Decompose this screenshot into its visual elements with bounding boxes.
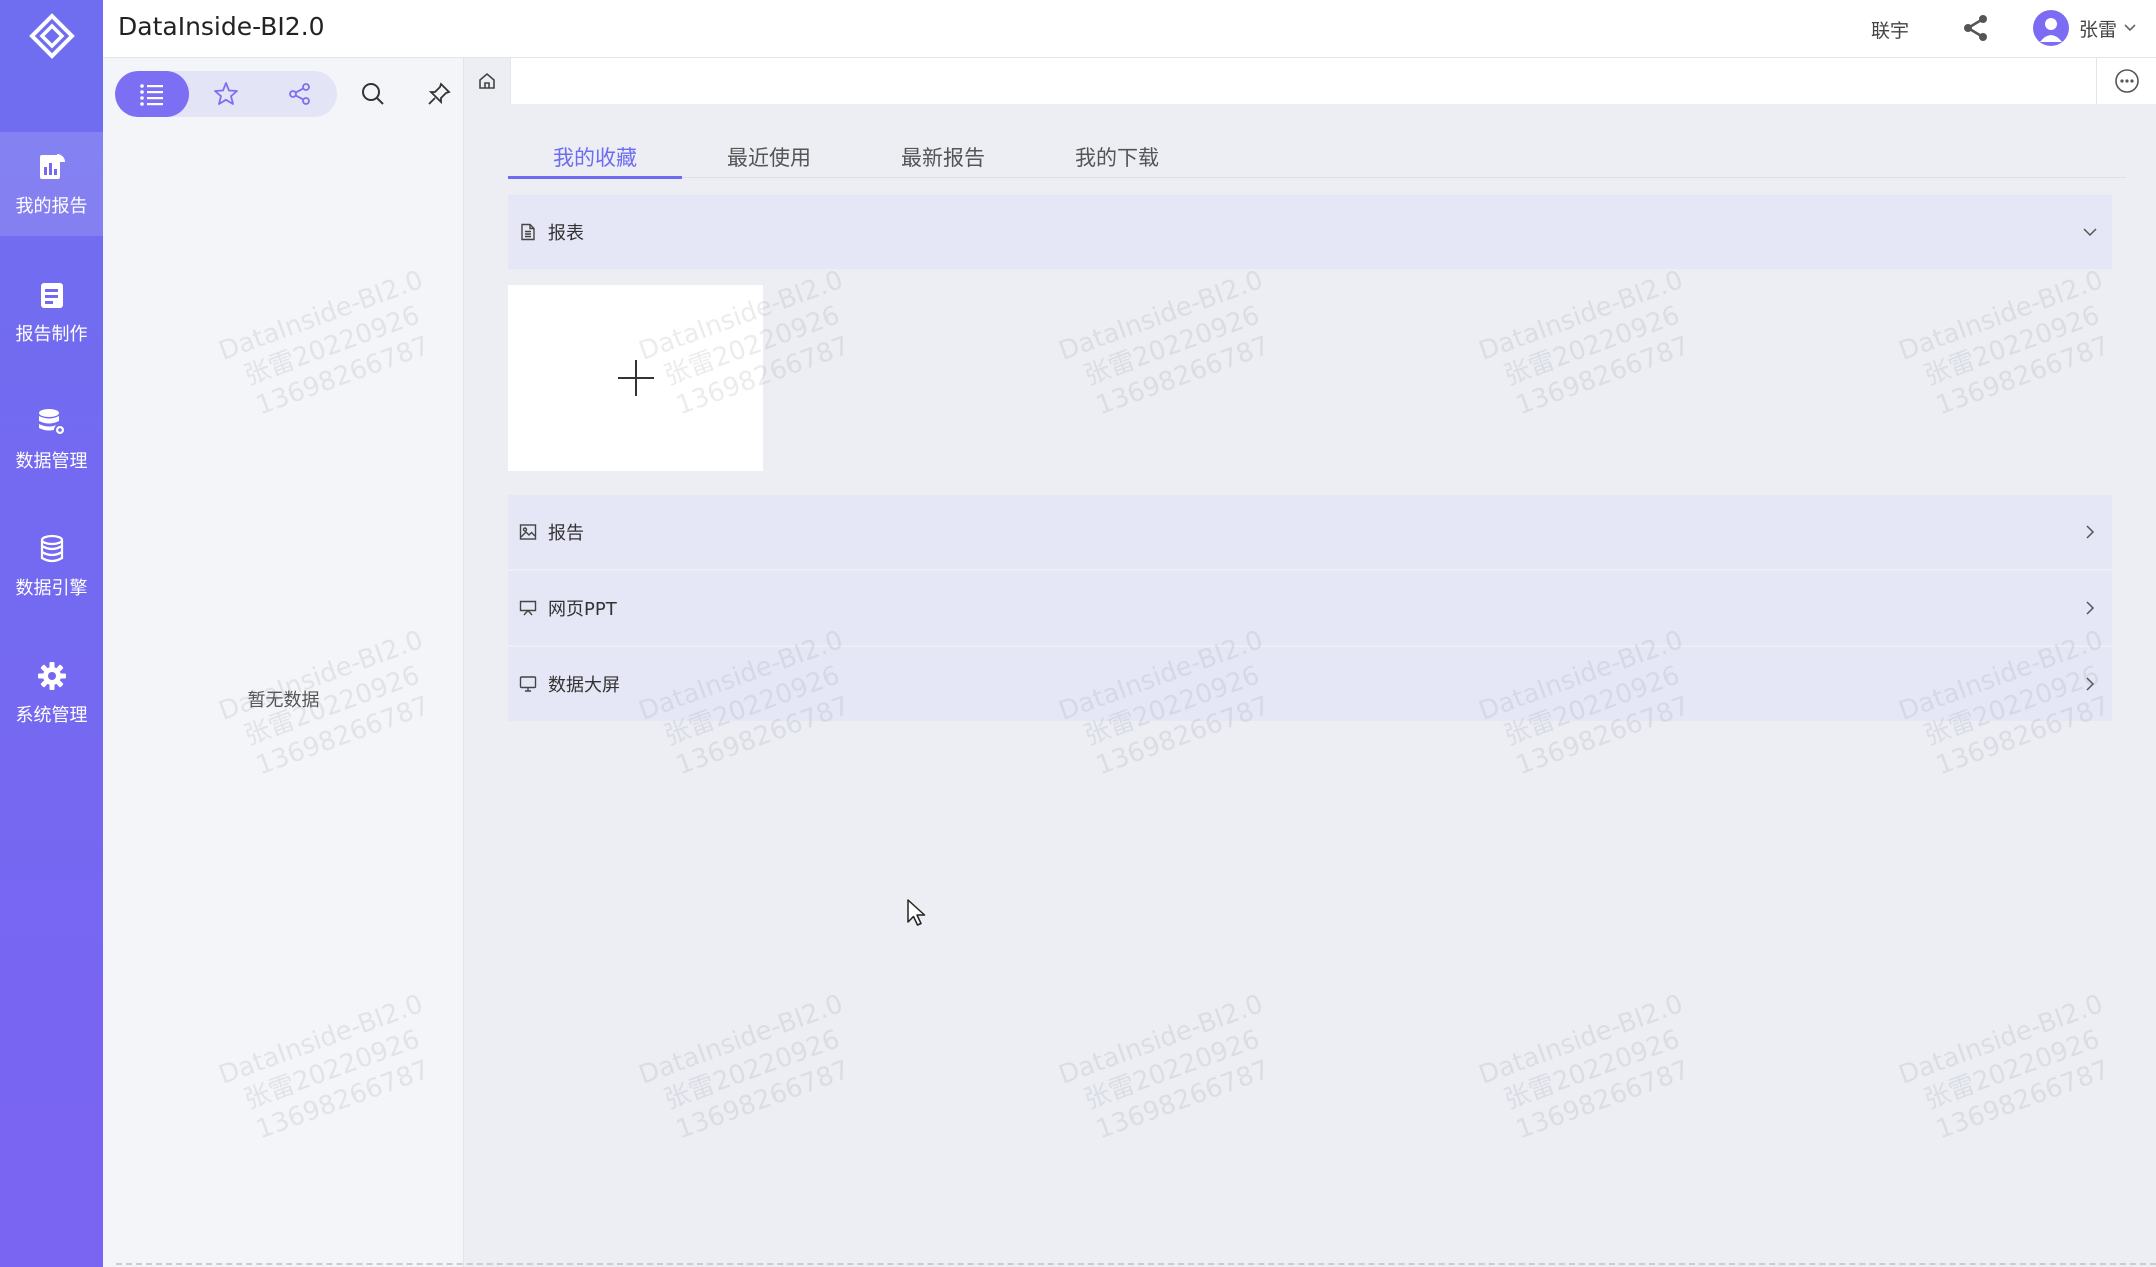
plus-icon [617, 360, 654, 396]
nav-item-system-management[interactable]: 系统管理 [0, 641, 103, 745]
tab-my-favorites[interactable]: 我的收藏 [508, 136, 682, 179]
section-label: 数据大屏 [548, 675, 620, 696]
favorites-view-button[interactable] [189, 71, 263, 117]
view-switcher [115, 71, 337, 117]
watermark: DataInside-BI2.0张雷2022092613698266787 [1474, 265, 1694, 422]
home-button[interactable] [464, 58, 510, 104]
shared-view-button[interactable] [263, 71, 337, 117]
user-icon [2040, 18, 2062, 42]
monitor-icon [518, 674, 538, 694]
diamond-logo-icon [28, 13, 75, 59]
report-chart-icon [35, 150, 69, 184]
nav-item-data-management[interactable]: 数据管理 [0, 387, 103, 491]
share-icon [1964, 15, 1987, 41]
chevron-right-icon [2080, 598, 2100, 618]
empty-state-text: 暂无数据 [247, 690, 320, 711]
nav-label: 系统管理 [15, 705, 88, 726]
list-view-button[interactable] [115, 71, 189, 117]
database-icon [35, 532, 69, 566]
watermark: DataInside-BI2.0张雷2022092613698266787 [1474, 989, 1694, 1146]
content-tabs: 我的收藏 最近使用 最新报告 我的下载 [508, 136, 2126, 179]
chevron-right-icon [2080, 522, 2100, 542]
open-tabs-area [510, 58, 2096, 104]
section-reports[interactable]: 报告 [508, 495, 2112, 569]
share-button[interactable] [1959, 11, 1993, 45]
bottom-divider [116, 1263, 2156, 1265]
gear-icon [35, 659, 69, 693]
document-icon [518, 222, 538, 242]
nav-label: 数据引擎 [15, 578, 88, 599]
nav-item-my-reports[interactable]: 我的报告 [0, 132, 103, 236]
org-link[interactable]: 联宇 [1871, 16, 1909, 43]
more-button[interactable] [2096, 58, 2156, 104]
watermark: DataInside-BI2.0张雷2022092613698266787 [634, 989, 854, 1146]
nav-label: 我的报告 [15, 196, 88, 217]
search-icon [362, 83, 384, 105]
nav-item-report-create[interactable]: 报告制作 [0, 260, 103, 364]
tab-latest-reports[interactable]: 最新报告 [856, 136, 1030, 177]
chevron-right-icon [2080, 674, 2100, 694]
database-gear-icon [35, 405, 69, 439]
add-item-card[interactable] [508, 285, 763, 471]
chevron-down-icon [2123, 20, 2139, 36]
left-nav: 我的报告 报告制作 数据管理 数据引擎 系统管理 [0, 0, 103, 1267]
tab-recent[interactable]: 最近使用 [682, 136, 856, 177]
app-title: DataInside-BI2.0 [118, 12, 325, 41]
star-icon [214, 82, 238, 105]
watermark: DataInside-BI2.0张雷2022092613698266787 [1894, 989, 2114, 1146]
more-circle-icon [2114, 69, 2139, 93]
home-icon [479, 72, 495, 89]
list-icon [140, 84, 163, 106]
section-label: 报告 [548, 523, 584, 544]
section-label: 报表 [548, 223, 584, 244]
section-label: 网页PPT [548, 599, 617, 620]
nav-item-data-engine[interactable]: 数据引擎 [0, 514, 103, 618]
watermark: DataInside-BI2.0张雷2022092613698266787 [1054, 989, 1274, 1146]
tab-my-downloads[interactable]: 我的下载 [1030, 136, 1204, 177]
user-name: 张雷 [2079, 18, 2118, 41]
user-menu[interactable]: 张雷 [2033, 8, 2139, 48]
presentation-icon [518, 598, 538, 618]
mouse-cursor-icon [907, 899, 926, 926]
chevron-down-icon [2080, 222, 2100, 242]
report-tree-panel: 暂无数据 [103, 58, 464, 1267]
pin-icon [428, 82, 451, 105]
search-button[interactable] [351, 71, 395, 117]
section-web-ppt[interactable]: 网页PPT [508, 571, 2112, 645]
watermark: DataInside-BI2.0张雷2022092613698266787 [1054, 265, 1274, 422]
document-edit-icon [35, 278, 69, 312]
watermark: DataInside-BI2.0张雷2022092613698266787 [1894, 265, 2114, 422]
share-nodes-icon [289, 83, 310, 105]
breadcrumb-bar [464, 58, 2156, 104]
section-data-screen[interactable]: 数据大屏 [508, 647, 2112, 721]
nav-label: 报告制作 [15, 324, 88, 345]
app-logo[interactable] [0, 0, 103, 72]
pin-button[interactable] [417, 71, 461, 117]
image-icon [518, 522, 538, 542]
top-bar: DataInside-BI2.0 联宇 张雷 [103, 0, 2156, 58]
section-tables[interactable]: 报表 [508, 195, 2112, 269]
panel-toolbar [115, 71, 461, 117]
avatar [2033, 10, 2069, 46]
nav-label: 数据管理 [15, 451, 88, 472]
